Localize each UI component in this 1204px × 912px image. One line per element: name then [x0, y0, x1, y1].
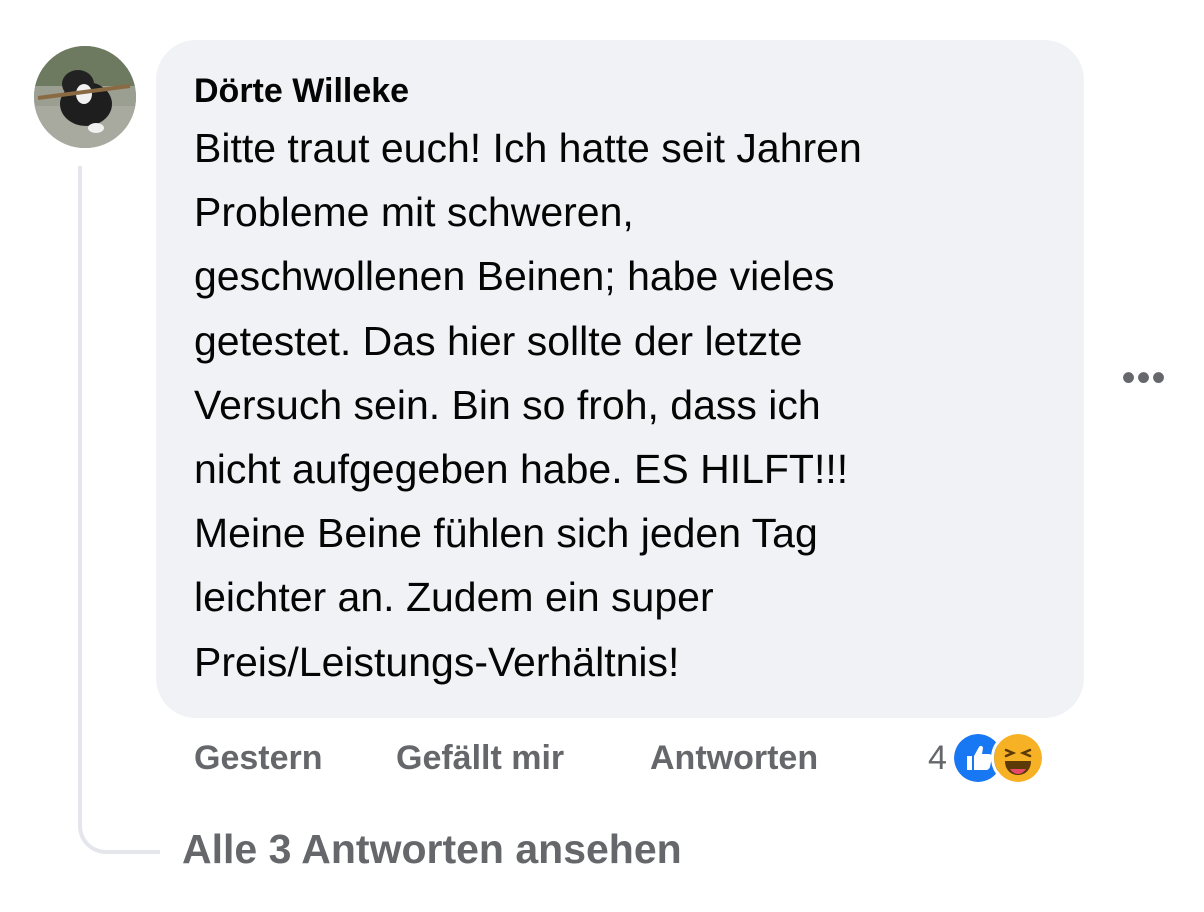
comment-text: Bitte traut euch! Ich hatte seit Jahren … [194, 125, 862, 685]
comment-bubble: Dörte Willeke Bitte traut euch! Ich hatt… [156, 40, 1084, 718]
view-replies-link[interactable]: Alle 3 Antworten ansehen [182, 824, 682, 874]
thread-connector-line [78, 166, 160, 854]
reaction-count: 4 [928, 739, 947, 777]
like-button[interactable]: Gefällt mir [396, 736, 564, 780]
comment-timestamp[interactable]: Gestern [194, 736, 323, 780]
avatar-photo [34, 46, 136, 148]
haha-icon [990, 731, 1045, 785]
comment-thread: Dörte Willeke Bitte traut euch! Ich hatt… [0, 0, 1204, 912]
avatar[interactable] [34, 46, 136, 148]
more-options-button[interactable]: ••• [1118, 358, 1170, 398]
reply-button[interactable]: Antworten [650, 736, 818, 780]
comment-author[interactable]: Dörte Willeke [194, 70, 1046, 112]
reaction-summary[interactable]: 4 [928, 730, 1045, 786]
